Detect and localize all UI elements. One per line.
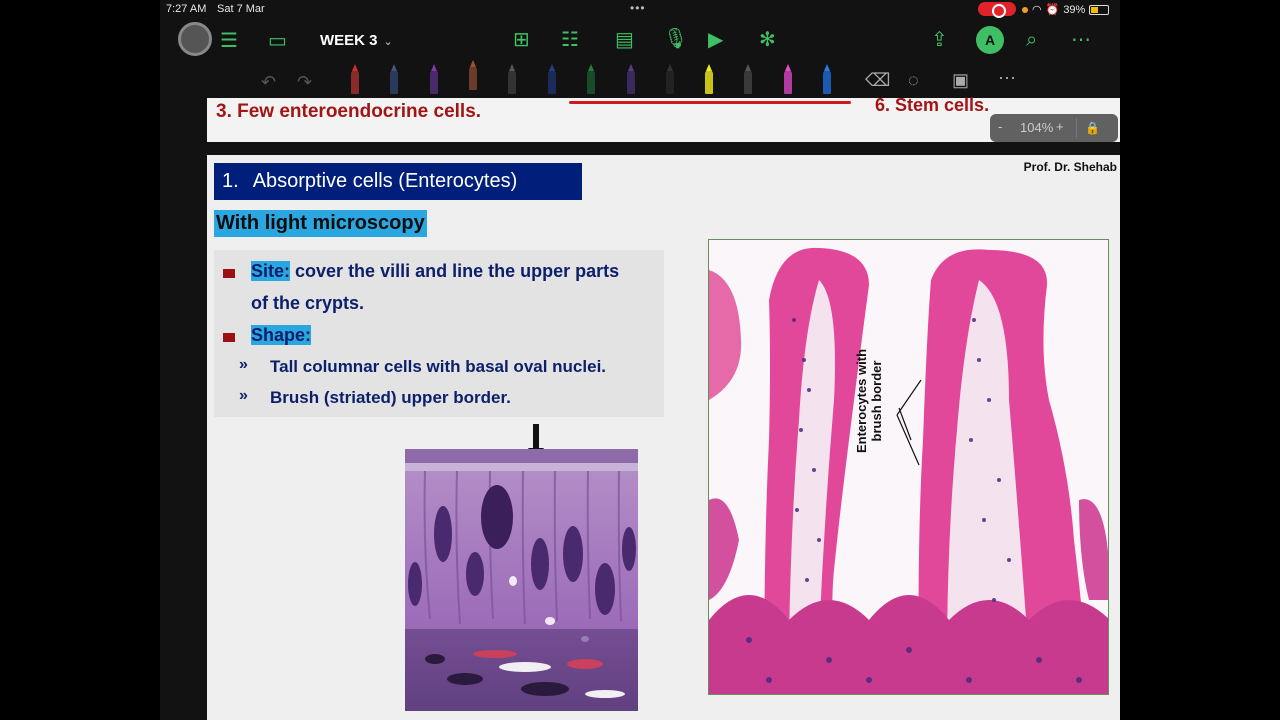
chevron-down-icon: ⌄ bbox=[383, 36, 393, 48]
pen-navy[interactable] bbox=[548, 64, 556, 94]
top-toolbar: ☰ ▭ WEEK 3 ⌄ ⊞ ☷ ▤ 🎙 ▶ ✻ ⇪ A ⌕ ⋯ bbox=[160, 18, 1120, 64]
lasso-icon[interactable]: ◌ bbox=[908, 70, 919, 91]
alarm-icon: ⏰ bbox=[1045, 4, 1060, 16]
shape-line: Shape: bbox=[251, 325, 312, 346]
document-icon[interactable]: ▤ bbox=[615, 30, 634, 50]
heading-text: Absorptive cells (Enterocytes) bbox=[252, 170, 518, 192]
pen-violet[interactable] bbox=[627, 64, 635, 94]
highlighter-yellow[interactable] bbox=[705, 64, 713, 94]
pen-mode-icon[interactable]: A bbox=[976, 26, 1004, 54]
checklist-icon[interactable]: ☷ bbox=[561, 30, 579, 50]
previous-page-fragment: 3. Few enteroendocrine cells. 6. Stem ce… bbox=[207, 95, 1120, 142]
battery-icon bbox=[1089, 4, 1110, 15]
zoom-level: 104% bbox=[1020, 120, 1054, 135]
redo-icon[interactable]: ↷ bbox=[297, 72, 312, 93]
pen-blue[interactable] bbox=[390, 64, 398, 94]
microphone-icon[interactable]: 🎙 bbox=[663, 29, 688, 49]
battery-percent: 39% bbox=[1063, 3, 1086, 16]
bullet-square-icon bbox=[223, 269, 235, 278]
slide-heading: 1. Absorptive cells (Enterocytes) bbox=[214, 163, 582, 200]
zoom-control[interactable]: - 104% + 🔒 bbox=[990, 114, 1118, 142]
pen-green[interactable] bbox=[587, 64, 595, 94]
highlighter-blue[interactable] bbox=[823, 64, 831, 94]
search-icon[interactable]: ⌕ bbox=[1026, 30, 1037, 50]
annotation-line-1: Enterocytes with bbox=[854, 348, 869, 454]
micrograph-1-svg bbox=[405, 449, 638, 711]
shape-item-1: Tall columnar cells with basal oval nucl… bbox=[270, 357, 607, 376]
site-text-2: of the crypts. bbox=[251, 293, 365, 313]
multitask-dots-icon[interactable]: ••• bbox=[630, 1, 646, 15]
ai-icon[interactable]: ✻ bbox=[759, 30, 776, 50]
sub-bullet-icon: » bbox=[239, 387, 248, 404]
pen-toolbar: ↶ ↷ ⌫ ◌ ▣ ⋯ bbox=[160, 60, 1120, 98]
more-icon[interactable]: ⋯ bbox=[1071, 30, 1091, 50]
back-button[interactable] bbox=[178, 22, 212, 56]
micrograph-annotation: Enterocytes with brush border bbox=[847, 336, 887, 466]
notebook-title[interactable]: WEEK 3 ⌄ bbox=[320, 32, 393, 49]
mic-indicator-icon bbox=[1022, 6, 1028, 13]
site-text-1: cover the villi and line the upper parts bbox=[295, 261, 620, 281]
list-item-stem-cells: 6. Stem cells. bbox=[875, 95, 990, 115]
heading-number: 1. bbox=[222, 170, 239, 192]
status-date: Sat 7 Mar bbox=[217, 3, 265, 15]
status-time: 7:27 AM bbox=[166, 3, 207, 15]
annotation-strike bbox=[569, 101, 851, 104]
text-box: Site: cover the villi and line the upper… bbox=[214, 250, 664, 417]
notebook-title-text: WEEK 3 bbox=[320, 32, 378, 49]
highlighter-pink[interactable] bbox=[784, 64, 792, 94]
eraser-icon[interactable]: ⌫ bbox=[865, 70, 890, 91]
sub-bullet-icon: » bbox=[239, 356, 248, 373]
pen-red[interactable] bbox=[351, 64, 359, 94]
slide-page[interactable]: Prof. Dr. Shehab 1. Absorptive cells (Ent… bbox=[207, 155, 1120, 720]
pen-gray[interactable] bbox=[508, 64, 516, 94]
panel-icon[interactable]: ▭ bbox=[268, 31, 287, 51]
more-icon[interactable]: ⋯ bbox=[998, 68, 1016, 89]
status-right: ◠ ⏰ 39% bbox=[1022, 3, 1110, 16]
bullet-square-icon bbox=[223, 333, 235, 342]
undo-icon[interactable]: ↶ bbox=[261, 72, 276, 93]
shape-item-2: Brush (striated) upper border. bbox=[270, 388, 511, 407]
wifi-icon: ◠ bbox=[1032, 4, 1042, 16]
play-icon[interactable]: ▶ bbox=[708, 30, 723, 50]
pen-brown[interactable] bbox=[469, 60, 477, 90]
zoom-out-button[interactable]: - bbox=[998, 119, 1002, 134]
arrow-icon bbox=[533, 424, 539, 450]
micrograph-2-svg bbox=[709, 240, 1108, 694]
image-icon[interactable]: ▣ bbox=[952, 70, 969, 91]
annotation-line-2: brush border bbox=[869, 360, 884, 442]
app-window: 7:27 AM Sat 7 Mar ••• ◠ ⏰ 39% ☰ ▭ WEEK 3… bbox=[160, 0, 1120, 720]
lock-icon[interactable]: 🔒 bbox=[1076, 118, 1108, 138]
pencil-gray[interactable] bbox=[744, 64, 752, 94]
shape-label: Shape: bbox=[251, 325, 312, 345]
status-bar: 7:27 AM Sat 7 Mar ••• ◠ ⏰ 39% bbox=[160, 0, 1120, 18]
micrograph-enterocytes-closeup bbox=[405, 449, 638, 711]
author-label: Prof. Dr. Shehab bbox=[1023, 160, 1117, 174]
site-line-1: Site: cover the villi and line the upper… bbox=[251, 261, 619, 282]
micrograph-villi: Enterocytes with brush border bbox=[708, 239, 1109, 695]
list-item-enteroendocrine: 3. Few enteroendocrine cells. bbox=[216, 101, 482, 122]
sidebar-list-icon[interactable]: ☰ bbox=[220, 31, 238, 51]
share-icon[interactable]: ⇪ bbox=[931, 30, 948, 50]
pen-dark[interactable] bbox=[666, 64, 674, 94]
site-label: Site: bbox=[251, 261, 291, 281]
zoom-in-button[interactable]: + bbox=[1056, 119, 1064, 134]
screen-record-icon[interactable] bbox=[978, 2, 1016, 18]
add-page-icon[interactable]: ⊞ bbox=[513, 30, 530, 50]
pen-purple[interactable] bbox=[430, 64, 438, 94]
subheading: With light microscopy bbox=[214, 210, 427, 237]
